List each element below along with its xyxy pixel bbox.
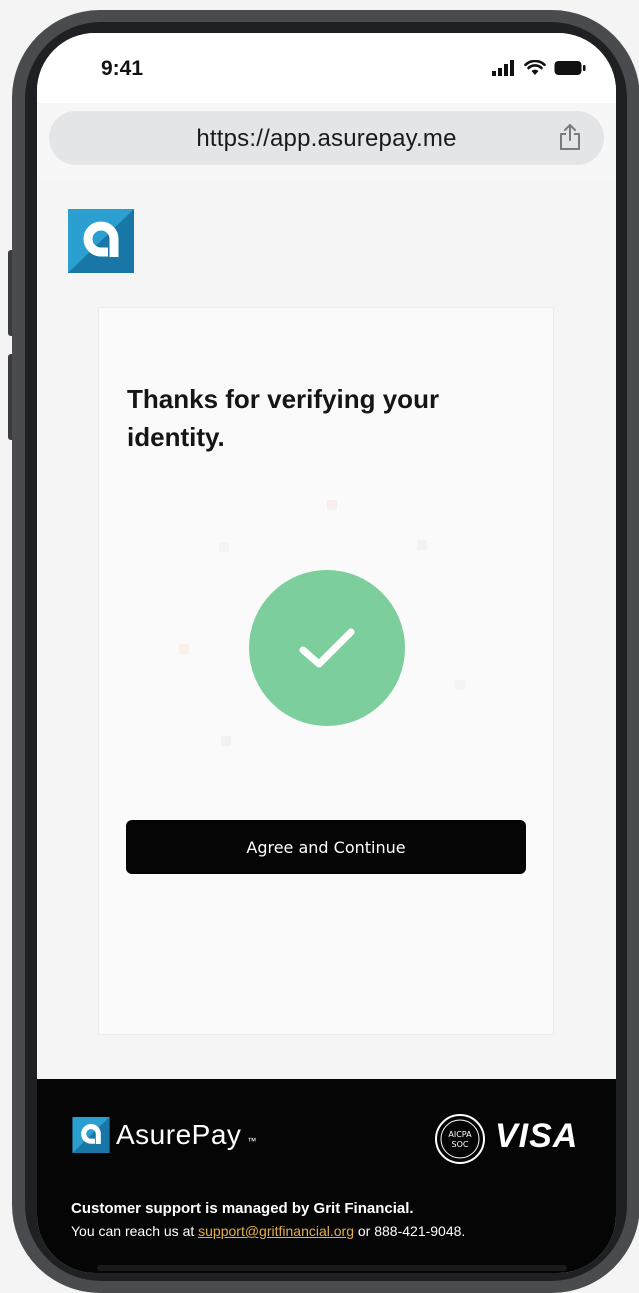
footer-truncated-text [97, 1265, 567, 1271]
support-email-link[interactable]: support@gritfinancial.org [198, 1223, 354, 1239]
checkmark-icon [299, 628, 355, 668]
support-title: Customer support is managed by Grit Fina… [71, 1200, 414, 1217]
signal-icon [492, 60, 514, 76]
url-text: https://app.asurepay.me [196, 125, 457, 152]
soc-badge-line1: AICPA [448, 1130, 472, 1139]
confetti-piece [219, 542, 229, 552]
confetti-piece [327, 500, 337, 510]
support-contact-line: You can reach us at support@gritfinancia… [71, 1223, 465, 1239]
status-time: 9:41 [101, 57, 144, 80]
status-bar: 9:41 [37, 33, 616, 103]
asurepay-logo-icon [72, 1117, 110, 1153]
brand-name: AsurePay [116, 1119, 242, 1150]
footer-brand: AsurePay ™ [72, 1117, 256, 1153]
address-bar[interactable]: https://app.asurepay.me [49, 111, 604, 165]
page-title: Thanks for verifying your identity. [127, 384, 440, 452]
phone-screen: 9:41 https://app.asurepay.me Thanks for … [37, 33, 616, 1273]
success-indicator [249, 570, 405, 726]
battery-icon [554, 61, 586, 75]
confetti-piece [417, 540, 427, 550]
wifi-icon [524, 60, 546, 75]
confetti-piece [455, 680, 465, 690]
visa-logo: VISA [495, 1117, 579, 1155]
status-icons [492, 57, 586, 79]
confetti-piece [221, 736, 231, 746]
verification-card: Thanks for verifying your identity. Agre… [98, 307, 554, 1035]
brand-trademark: ™ [247, 1136, 257, 1146]
aicpa-soc-badge: AICPA SOC [435, 1114, 485, 1164]
asurepay-logo-icon [68, 209, 134, 273]
support-prefix: You can reach us at [71, 1223, 199, 1239]
soc-badge-line2: SOC [452, 1140, 469, 1149]
support-phone: or 888-421-9048. [354, 1223, 466, 1239]
confetti-piece [179, 644, 189, 654]
footer: AsurePay ™ AICPA SOC VISA Customer suppo… [37, 1079, 616, 1273]
success-circle [249, 570, 405, 726]
agree-and-continue-button[interactable]: Agree and Continue [126, 820, 526, 874]
share-icon[interactable] [558, 123, 582, 151]
browser-toolbar: https://app.asurepay.me [37, 103, 616, 179]
